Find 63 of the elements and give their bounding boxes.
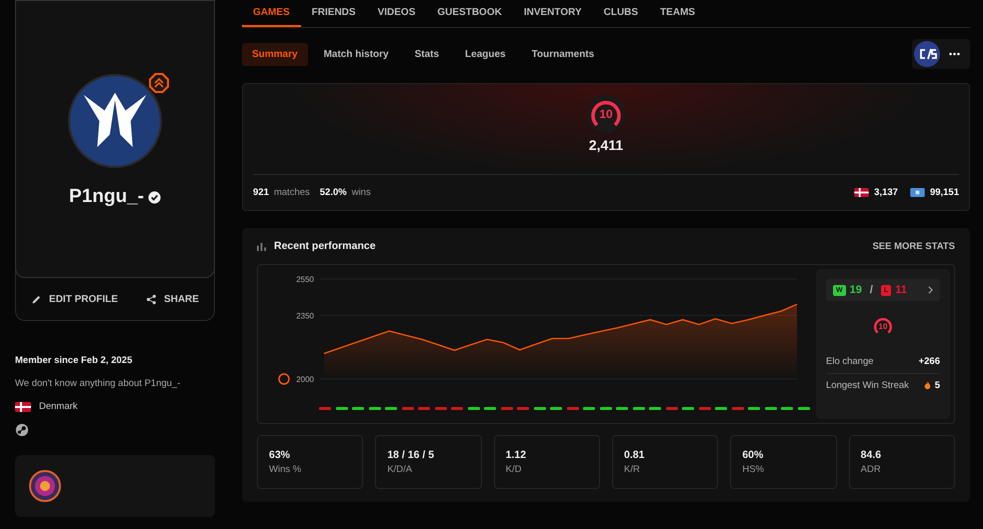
sub-tab[interactable]: Stats — [404, 42, 450, 66]
stat-label: Wins % — [269, 464, 302, 475]
denmark-flag-icon — [854, 188, 870, 197]
event-badge-icon[interactable] — [29, 470, 61, 502]
winrate-value: 52.0% — [320, 187, 347, 198]
section-title: Recent performance — [274, 240, 376, 252]
game-switcher[interactable] — [912, 39, 970, 69]
username: P1ngu_- — [69, 186, 144, 208]
bar-chart-icon — [257, 242, 266, 250]
nav-tab[interactable]: GAMES — [242, 0, 301, 27]
elo-value: 2,411 — [588, 137, 624, 153]
share-button[interactable]: SHARE — [146, 294, 199, 304]
skill-level-gauge: 10 — [871, 314, 895, 338]
stat-label: ADR — [860, 464, 882, 475]
steam-icon[interactable] — [15, 423, 29, 437]
stat-label: K/R — [624, 464, 641, 475]
avatar-logo-icon — [68, 74, 162, 168]
member-since-text: Member since Feb 2, 2025 — [15, 355, 134, 366]
bio-text: We don't know anything about P1ngu_- — [15, 378, 182, 389]
country-rank: 3,137 — [874, 187, 898, 198]
stat-value: 84.6 — [860, 449, 882, 461]
share-icon — [146, 294, 157, 304]
stat-label: K/D — [506, 464, 522, 475]
stat-value: 0.81 — [624, 449, 646, 461]
game-logo-icon — [914, 41, 940, 67]
nav-tab[interactable]: GUESTBOOK — [426, 0, 513, 27]
stat-value: 63% — [269, 449, 292, 461]
sub-tab[interactable]: Match history — [314, 42, 399, 66]
chevron-right-icon — [928, 286, 933, 294]
wins-label: wins — [352, 187, 371, 198]
matches-label: matches — [274, 187, 310, 198]
see-more-stats-link[interactable]: SEE MORE STATS — [872, 240, 955, 252]
nav-tab[interactable]: FRIENDS — [300, 0, 367, 27]
country-name: Denmark — [39, 401, 78, 412]
denmark-flag-icon — [15, 402, 31, 412]
summary-value: +266 — [918, 356, 940, 367]
sub-tab[interactable]: Leagues — [455, 42, 516, 66]
summary-label: Longest Win Streak — [826, 380, 909, 391]
stat-value: 18 / 16 / 5 — [387, 449, 436, 461]
region-flag-icon — [910, 188, 925, 197]
summary-value: 5 — [934, 380, 940, 391]
stat-label: HS% — [742, 464, 765, 475]
nav-tab[interactable]: VIDEOS — [366, 0, 426, 27]
summary-label: Elo change — [826, 356, 874, 367]
nav-tab[interactable]: TEAMS — [649, 0, 706, 27]
edit-profile-button[interactable]: EDIT PROFILE — [31, 294, 118, 304]
fire-icon — [924, 381, 931, 390]
skill-level-gauge: 10 — [586, 94, 626, 134]
pencil-icon — [31, 294, 42, 304]
y-tick-label: 2350 — [296, 311, 314, 320]
sub-tab[interactable]: Tournaments — [522, 42, 604, 66]
region-rank: 99,151 — [930, 187, 959, 198]
sub-tab[interactable]: Summary — [242, 42, 308, 66]
stat-label: K/D/A — [387, 464, 414, 475]
y-tick-label: 2000 — [296, 375, 314, 384]
stat-value: 60% — [742, 449, 764, 461]
y-tick-label: 2550 — [296, 275, 314, 284]
matches-count: 921 — [253, 187, 269, 198]
nav-tab[interactable]: INVENTORY — [512, 0, 593, 27]
stat-value: 1.12 — [506, 449, 528, 461]
level-up-badge-icon — [148, 72, 170, 94]
nav-tab[interactable]: CLUBS — [592, 0, 650, 27]
more-options-icon[interactable] — [949, 52, 960, 56]
